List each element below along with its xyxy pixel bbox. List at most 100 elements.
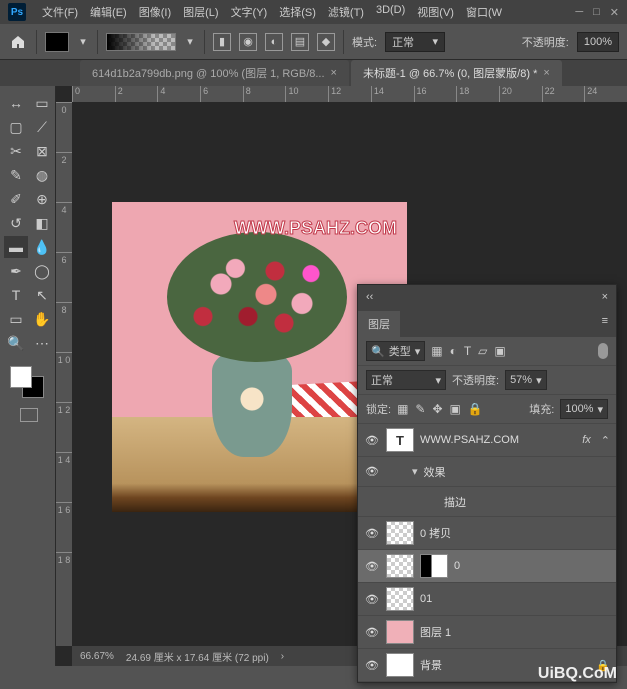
layer-name[interactable]: 描边 <box>444 494 610 510</box>
brush-tool[interactable]: ✐ <box>4 188 28 210</box>
lock-all-icon[interactable]: 🔒 <box>468 402 483 416</box>
home-icon[interactable] <box>8 32 28 52</box>
tab-active[interactable]: 未标题-1 @ 66.7% (0, 图层蒙版/8) * × <box>351 60 562 86</box>
filter-pixel-icon[interactable]: ▦ <box>431 344 442 358</box>
layer-name[interactable]: 效果 <box>424 464 610 480</box>
layer-name[interactable]: 01 <box>420 593 610 605</box>
visibility-icon[interactable]: 👁 <box>364 659 380 672</box>
menu-type[interactable]: 文字(Y) <box>227 2 272 22</box>
fill-input[interactable]: 100% ▾ <box>560 399 608 419</box>
filter-type-select[interactable]: 🔍 类型 ▾ <box>366 341 425 361</box>
filter-shape-icon[interactable]: ▱ <box>478 344 487 358</box>
menu-window[interactable]: 窗口(W <box>462 2 506 22</box>
artboard-tool[interactable]: ▭ <box>30 92 54 114</box>
edit-toolbar[interactable]: ⋯ <box>30 332 54 354</box>
panel-header[interactable]: ‹‹ × <box>358 285 616 309</box>
menu-filter[interactable]: 滤镜(T) <box>324 2 368 22</box>
path-select-tool[interactable]: ↖ <box>30 284 54 306</box>
visibility-icon[interactable]: 👁 <box>364 560 380 573</box>
tab-close-icon[interactable]: × <box>543 67 549 79</box>
lasso-tool[interactable]: ⟋ <box>30 116 54 138</box>
pen-tool[interactable]: ✒ <box>4 260 28 282</box>
filter-toggle[interactable] <box>598 343 608 359</box>
menu-select[interactable]: 选择(S) <box>275 2 320 22</box>
filter-type-icon[interactable]: T <box>464 344 471 358</box>
marquee-tool[interactable]: ▢ <box>4 116 28 138</box>
color-swatches[interactable] <box>4 364 54 400</box>
chevron-icon[interactable]: ⌃ <box>601 434 610 447</box>
lock-artboard-icon[interactable]: ▣ <box>450 402 461 416</box>
layer-row[interactable]: 👁0 <box>358 550 616 583</box>
move-tool[interactable]: ↔ <box>4 92 28 114</box>
clone-tool[interactable]: ⊕ <box>30 188 54 210</box>
panel-title-tab[interactable]: 图层 <box>358 311 400 337</box>
menu-view[interactable]: 视图(V) <box>413 2 458 22</box>
minimize-icon[interactable]: ─ <box>575 6 583 19</box>
quickmask-icon[interactable] <box>20 408 38 422</box>
blend-mode-select[interactable]: 正常▾ <box>366 370 446 390</box>
close-panel-icon[interactable]: × <box>602 291 608 303</box>
tab-inactive[interactable]: 614d1b2a799db.png @ 100% (图层 1, RGB/8...… <box>80 60 349 86</box>
layer-row[interactable]: 👁 01 <box>358 583 616 616</box>
frame-tool[interactable]: ⊠ <box>30 140 54 162</box>
opacity-input[interactable]: 100% <box>577 32 619 52</box>
filter-adjust-icon[interactable]: ◐ <box>450 344 457 358</box>
eraser-tool[interactable]: ◧ <box>30 212 54 234</box>
type-tool[interactable]: T <box>4 284 28 306</box>
gradient-preview[interactable] <box>106 33 176 51</box>
visibility-icon[interactable]: 👁 <box>364 593 380 606</box>
menu-file[interactable]: 文件(F) <box>38 2 82 22</box>
gradient-type-linear[interactable]: ▮ <box>213 33 231 51</box>
layer-row[interactable]: 👁 0 拷贝 <box>358 517 616 550</box>
blend-mode-select[interactable]: 正常 ▾ <box>385 32 445 52</box>
gradient-type-radial[interactable]: ◉ <box>239 33 257 51</box>
visibility-icon[interactable]: 👁 <box>364 527 380 540</box>
gradient-type-diamond[interactable]: ◆ <box>317 33 335 51</box>
chevron-icon[interactable]: ▾ <box>412 465 418 478</box>
filter-smart-icon[interactable]: ▣ <box>494 344 505 358</box>
layer-name[interactable]: WWW.PSAHZ.COM <box>420 434 576 446</box>
eyedropper-tool[interactable]: ✎ <box>4 164 28 186</box>
gradient-tool[interactable]: ▬ <box>4 236 28 258</box>
crop-tool[interactable]: ✂ <box>4 140 28 162</box>
layer-row[interactable]: 👁 图层 1 <box>358 616 616 649</box>
gradient-type-angle[interactable]: ◐ <box>265 33 283 51</box>
patch-tool[interactable]: ◍ <box>30 164 54 186</box>
blur-tool[interactable]: 💧 <box>30 236 54 258</box>
opacity-input[interactable]: 57% ▾ <box>505 370 547 390</box>
collapse-icon[interactable]: ‹‹ <box>366 291 373 303</box>
visibility-icon[interactable]: 👁 <box>364 626 380 639</box>
chevron-right-icon[interactable]: › <box>281 651 284 662</box>
menu-image[interactable]: 图像(I) <box>135 2 175 22</box>
maximize-icon[interactable]: □ <box>593 6 600 19</box>
zoom-level[interactable]: 66.67% <box>80 651 114 662</box>
swatch-dropdown-icon[interactable]: ▾ <box>77 32 89 52</box>
layer-row[interactable]: 描边 <box>358 487 616 517</box>
layer-name[interactable]: 图层 1 <box>420 624 610 640</box>
lock-position-icon[interactable]: ✥ <box>432 402 442 416</box>
layer-mask-thumb[interactable] <box>420 554 448 578</box>
gradient-type-reflected[interactable]: ▤ <box>291 33 309 51</box>
visibility-icon[interactable]: 👁 <box>364 434 380 447</box>
history-brush-tool[interactable]: ↺ <box>4 212 28 234</box>
gradient-dropdown-icon[interactable]: ▾ <box>184 32 196 52</box>
hand-tool[interactable]: ✋ <box>30 308 54 330</box>
layer-name[interactable]: 0 拷贝 <box>420 525 610 541</box>
shape-tool[interactable]: ▭ <box>4 308 28 330</box>
menu-edit[interactable]: 编辑(E) <box>86 2 131 22</box>
layer-name[interactable]: 0 <box>454 560 610 572</box>
close-icon[interactable]: ✕ <box>610 6 619 19</box>
menu-3d[interactable]: 3D(D) <box>372 2 409 22</box>
foreground-swatch[interactable] <box>45 32 69 52</box>
layer-row[interactable]: 👁TWWW.PSAHZ.COMfx⌃ <box>358 424 616 457</box>
layer-row[interactable]: 👁 ▾ 效果 <box>358 457 616 487</box>
lock-paint-icon[interactable]: ✎ <box>415 402 425 416</box>
menu-layer[interactable]: 图层(L) <box>179 2 222 22</box>
lock-transparent-icon[interactable]: ▦ <box>397 402 408 416</box>
zoom-tool[interactable]: 🔍 <box>4 332 28 354</box>
tab-close-icon[interactable]: × <box>331 67 337 79</box>
fx-badge[interactable]: fx <box>582 434 591 446</box>
panel-menu-icon[interactable]: ≡ <box>594 311 616 331</box>
visibility-icon[interactable]: 👁 <box>364 465 380 478</box>
foreground-color[interactable] <box>10 366 32 388</box>
